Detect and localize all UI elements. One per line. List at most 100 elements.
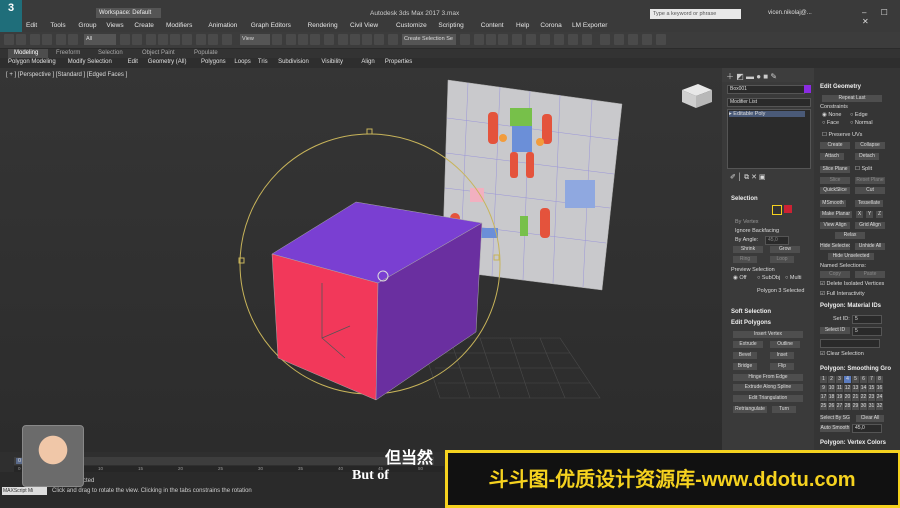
smoothing-group-button[interactable]: 9 — [820, 385, 827, 392]
ribbon-item[interactable]: Modify Selection — [68, 59, 112, 65]
toolbar-button-icon[interactable] — [460, 34, 470, 45]
element-mode-icon[interactable] — [784, 205, 792, 213]
slice-plane-button[interactable]: Slice Plane — [820, 166, 850, 173]
menu-item[interactable]: Civil View — [350, 22, 378, 29]
smoothing-group-button[interactable]: 22 — [860, 394, 867, 401]
toolbar-button-icon[interactable] — [222, 34, 232, 45]
toolbar-button-icon[interactable] — [310, 34, 320, 45]
smoothing-group-button[interactable]: 10 — [828, 385, 835, 392]
preserve-uvs-checkbox[interactable]: ☐ Preserve UVs — [822, 132, 862, 138]
user-account[interactable]: vicen.nikolaj@... — [768, 10, 812, 16]
planar-y-button[interactable]: Y — [866, 211, 873, 218]
object-color-swatch[interactable] — [804, 85, 811, 93]
by-angle-checkbox[interactable]: By Angle: — [735, 237, 758, 243]
menu-item[interactable]: Corona — [540, 22, 561, 29]
loop-button[interactable]: Loop — [770, 256, 794, 263]
menu-item[interactable]: Scripting — [438, 22, 463, 29]
smoothing-group-button[interactable]: 27 — [836, 403, 843, 410]
smoothing-group-button[interactable]: 8 — [876, 376, 883, 383]
maxscript-listener[interactable]: MAXScript Mi — [2, 487, 47, 495]
edit-triangulation-button[interactable]: Edit Triangulation — [733, 395, 803, 402]
preview-off-radio[interactable]: ◉ Off — [733, 275, 747, 281]
menu-item[interactable]: Create — [134, 22, 154, 29]
menu-item[interactable]: Rendering — [308, 22, 338, 29]
grid-align-button[interactable]: Grid Align — [855, 222, 885, 229]
toolbar-button-icon[interactable] — [554, 34, 564, 45]
ribbon-tab[interactable]: Selection — [98, 50, 123, 56]
named-selection-set-select[interactable]: Create Selection Se — [402, 34, 456, 45]
ribbon-item[interactable]: Geometry (All) — [148, 59, 187, 65]
soft-selection-rollout[interactable]: Soft Selection — [731, 309, 771, 315]
command-panel-tab-icons[interactable]: ＋ ◩ ▬ ● ■ ✎ — [726, 71, 777, 82]
delete-isolated-checkbox[interactable]: ☑ Delete Isolated Vertices — [820, 281, 884, 287]
repeat-last-button[interactable]: Repeat Last — [822, 95, 882, 102]
toolbar-button-icon[interactable] — [324, 34, 334, 45]
clear-all-button[interactable]: Clear All — [856, 415, 884, 422]
hinge-from-edge-button[interactable]: Hinge From Edge — [733, 374, 803, 381]
toolbar-button-icon[interactable] — [642, 34, 652, 45]
toolbar-button-icon[interactable] — [56, 34, 66, 45]
smoothing-group-button[interactable]: 26 — [828, 403, 835, 410]
by-vertex-checkbox[interactable]: By Vertex — [735, 219, 759, 225]
smoothing-group-button[interactable]: 23 — [868, 394, 875, 401]
ribbon-item[interactable]: Align — [361, 59, 374, 65]
preview-subobj-radio[interactable]: ○ SubObj — [757, 275, 780, 281]
bevel-button[interactable]: Bevel — [733, 352, 757, 359]
ribbon-item[interactable]: Polygon Modeling — [8, 59, 56, 65]
set-id-field[interactable]: 5 — [852, 315, 882, 324]
auto-smooth-field[interactable]: 45,0 — [852, 424, 882, 433]
toolbar-button-icon[interactable] — [614, 34, 624, 45]
toolbar-button-icon[interactable] — [540, 34, 550, 45]
make-planar-button[interactable]: Make Planar — [820, 211, 852, 218]
smoothing-groups-rollout[interactable]: Polygon: Smoothing Gro — [820, 366, 891, 372]
smoothing-group-button[interactable]: 18 — [828, 394, 835, 401]
ribbon-item[interactable]: Polygons — [201, 59, 226, 65]
collapse-button[interactable]: Collapse — [855, 142, 885, 149]
cut-button[interactable]: Cut — [855, 187, 885, 194]
menu-item[interactable]: Edit — [26, 22, 37, 29]
planar-z-button[interactable]: Z — [876, 211, 883, 218]
toolbar-button-icon[interactable] — [4, 34, 14, 45]
unhide-all-button[interactable]: Unhide All — [855, 243, 885, 250]
outline-button[interactable]: Outline — [770, 341, 800, 348]
smoothing-group-button[interactable]: 7 — [868, 376, 875, 383]
vertex-colors-rollout[interactable]: Polygon: Vertex Colors — [820, 440, 886, 446]
toolbar-button-icon[interactable] — [362, 34, 372, 45]
toolbar-button-icon[interactable] — [146, 34, 156, 45]
smoothing-group-button[interactable]: 12 — [844, 385, 851, 392]
flip-button[interactable]: Flip — [770, 363, 794, 370]
shrink-button[interactable]: Shrink — [733, 246, 763, 253]
toolbar-button-icon[interactable] — [568, 34, 578, 45]
extrude-along-spline-button[interactable]: Extrude Along Spline — [733, 384, 803, 391]
smoothing-group-button[interactable]: 15 — [868, 385, 875, 392]
grow-button[interactable]: Grow — [770, 246, 800, 253]
select-by-sg-button[interactable]: Select By SG — [820, 415, 850, 422]
window-controls[interactable]: – ☐ ✕ — [862, 8, 900, 26]
smoothing-group-button[interactable]: 17 — [820, 394, 827, 401]
toolbar-button-icon[interactable] — [498, 34, 508, 45]
material-name-select[interactable] — [820, 339, 880, 348]
workspace-select[interactable]: Workspace: Default — [96, 8, 161, 18]
smoothing-group-button[interactable]: 4 — [844, 376, 851, 383]
constraint-normal-radio[interactable]: ○ Normal — [850, 120, 873, 126]
smoothing-group-button[interactable]: 31 — [868, 403, 875, 410]
smoothing-group-button[interactable]: 14 — [860, 385, 867, 392]
auto-smooth-button[interactable]: Auto Smooth — [820, 425, 850, 432]
ribbon-tab[interactable]: Modeling — [14, 50, 38, 56]
toolbar-button-icon[interactable] — [656, 34, 666, 45]
toolbar-button-icon[interactable] — [158, 34, 168, 45]
attach-button[interactable]: Attach — [820, 153, 844, 160]
toolbar-button-icon[interactable] — [68, 34, 78, 45]
create-button[interactable]: Create — [820, 142, 850, 149]
toolbar-button-icon[interactable] — [338, 34, 348, 45]
toolbar-button-icon[interactable] — [132, 34, 142, 45]
constraint-edge-radio[interactable]: ○ Edge — [850, 112, 868, 118]
smoothing-group-button[interactable]: 32 — [876, 403, 883, 410]
tessellate-button[interactable]: Tessellate — [855, 200, 883, 207]
selection-filter-select[interactable]: All — [84, 34, 116, 45]
smoothing-group-button[interactable]: 20 — [844, 394, 851, 401]
smoothing-group-button[interactable]: 25 — [820, 403, 827, 410]
ribbon-tab[interactable]: Freeform — [56, 50, 80, 56]
bridge-button[interactable]: Bridge — [733, 363, 757, 370]
preview-multi-radio[interactable]: ○ Multi — [785, 275, 801, 281]
